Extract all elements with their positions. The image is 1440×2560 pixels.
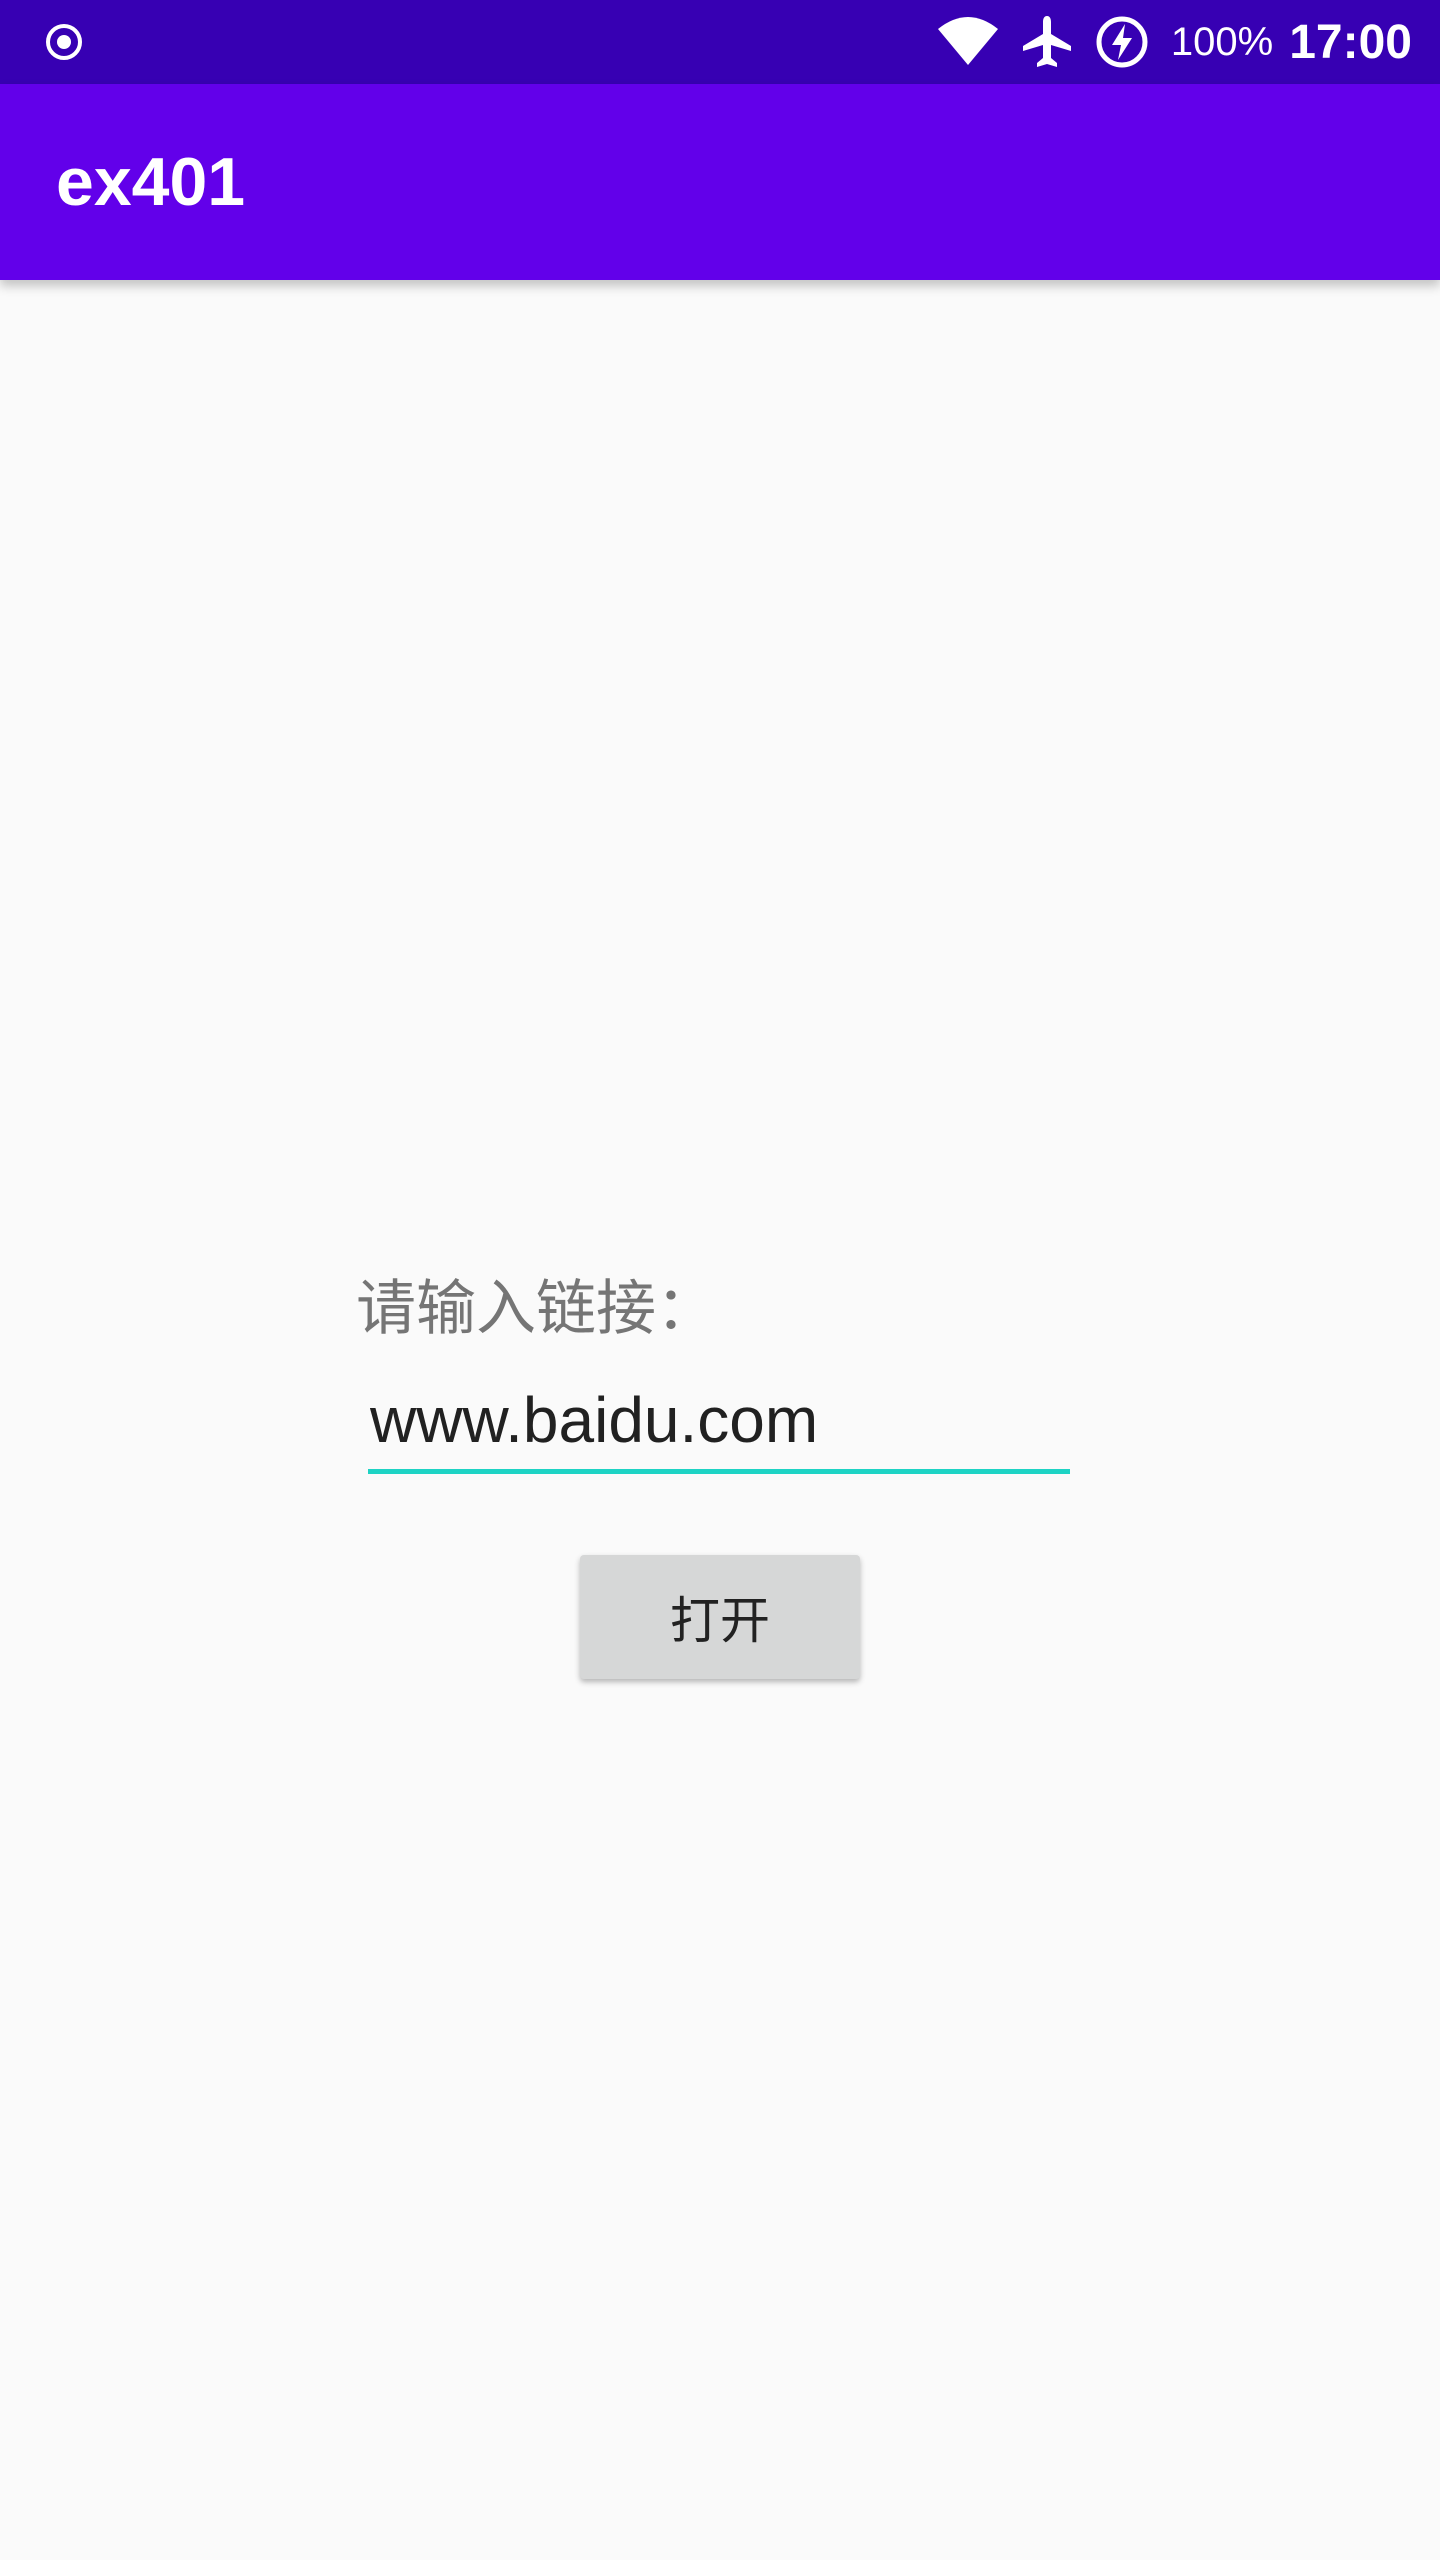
app-title: ex401 xyxy=(56,144,246,220)
record-circle-icon xyxy=(44,22,84,62)
status-clock: 17:00 xyxy=(1289,15,1412,69)
battery-charging-icon xyxy=(1095,14,1149,70)
app-bar: ex401 xyxy=(0,84,1440,280)
url-input[interactable] xyxy=(368,1370,1070,1474)
airplane-mode-icon xyxy=(1021,14,1073,70)
battery-percent: 100% xyxy=(1170,19,1274,64)
status-bar: 100% 17:00 xyxy=(0,0,1440,84)
url-prompt-label: 请输入链接： xyxy=(356,1274,716,1344)
status-icons: 100% 17:00 xyxy=(937,0,1412,84)
app-screen: 100% 17:00 ex401 请输入链接： 打开 xyxy=(0,0,1440,2560)
open-button[interactable]: 打开 xyxy=(580,1555,860,1679)
wifi-icon xyxy=(937,14,999,70)
